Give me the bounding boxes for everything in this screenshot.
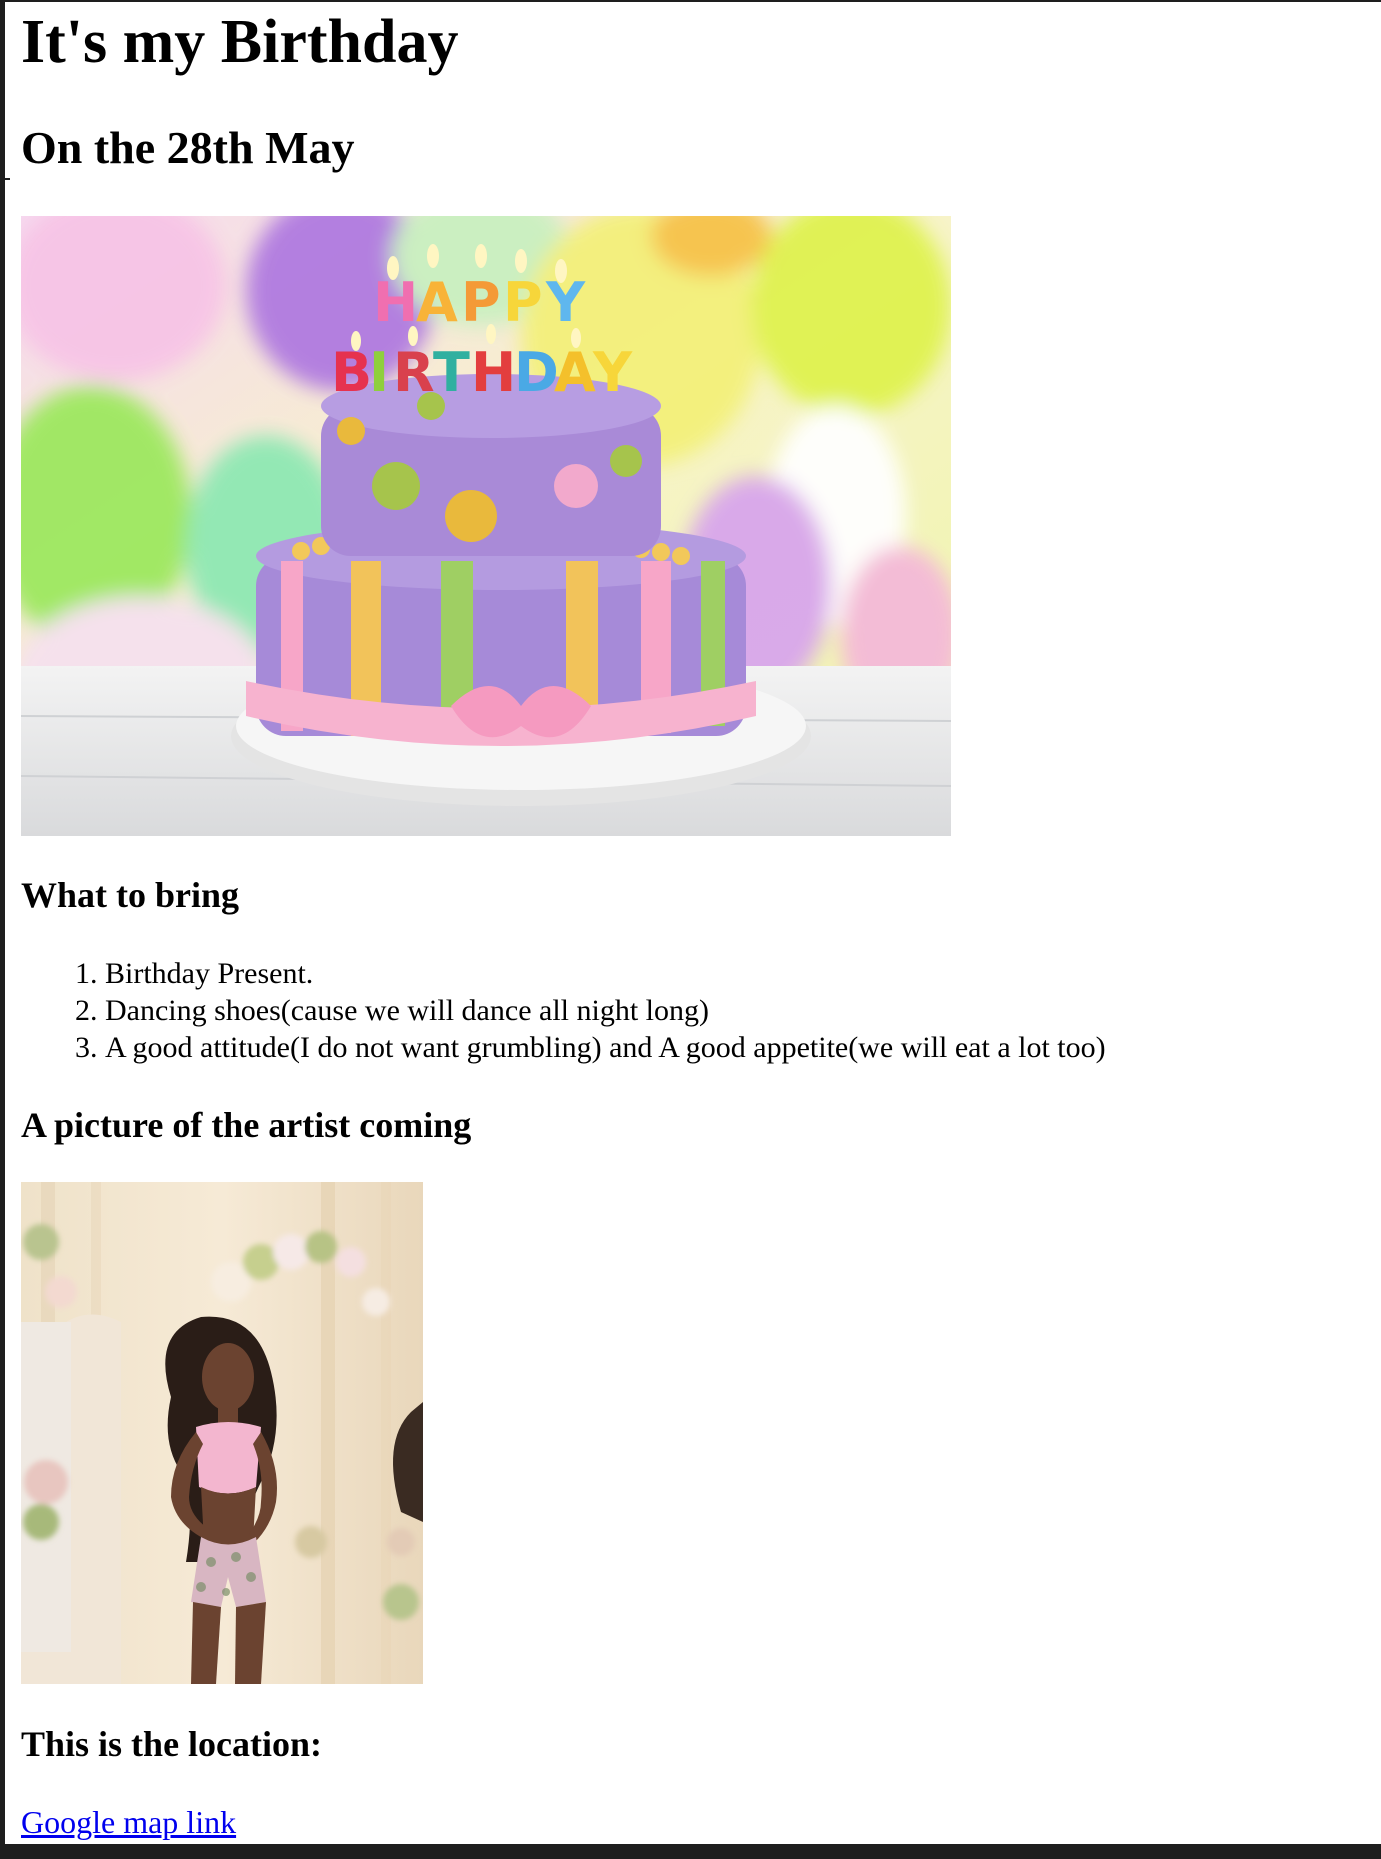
artist-photo xyxy=(21,1182,423,1684)
list-item: Dancing shoes(cause we will dance all ni… xyxy=(105,992,1355,1029)
birthday-cake-image: H A P P Y B I R T H D A Y xyxy=(21,216,951,836)
window-bottom-bar xyxy=(0,1844,1381,1859)
svg-text:H: H xyxy=(471,341,516,404)
location-heading: This is the location: xyxy=(21,1724,323,1764)
svg-text:H: H xyxy=(373,271,418,334)
artist-heading: A picture of the artist coming xyxy=(21,1105,472,1145)
svg-text:R: R xyxy=(393,341,435,404)
page-content: It's my Birthday On the 28th May H A P P… xyxy=(5,2,1381,1844)
page-subtitle: On the 28th May xyxy=(21,122,355,173)
svg-text:P: P xyxy=(461,271,501,334)
list-item: A good attitude(I do not want grumbling)… xyxy=(105,1029,1355,1066)
list-item: Birthday Present. xyxy=(105,955,1355,992)
svg-text:Y: Y xyxy=(592,341,633,404)
svg-text:A: A xyxy=(554,341,596,404)
svg-text:A: A xyxy=(416,271,458,334)
svg-text:I: I xyxy=(369,341,389,404)
svg-text:Y: Y xyxy=(545,271,586,334)
google-map-link[interactable]: Google map link xyxy=(21,1803,236,1841)
frame-notch xyxy=(5,178,10,180)
svg-text:B: B xyxy=(331,341,372,404)
bring-list: Birthday Present. Dancing shoes(cause we… xyxy=(21,955,1355,1066)
what-to-bring-heading: What to bring xyxy=(21,875,240,915)
svg-text:D: D xyxy=(514,341,559,404)
page-title: It's my Birthday xyxy=(21,8,459,76)
svg-text:T: T xyxy=(433,341,470,404)
svg-text:P: P xyxy=(503,271,543,334)
